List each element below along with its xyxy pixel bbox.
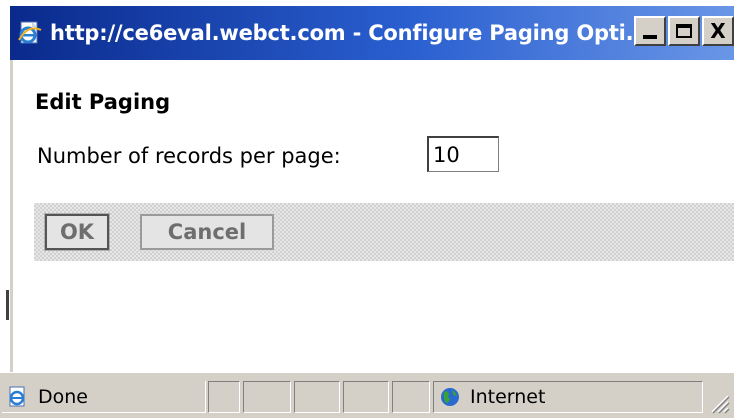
resize-grip-icon[interactable] (708, 392, 730, 414)
status-bar: Done Internet (0, 372, 734, 418)
zone-cell[interactable]: Internet (433, 381, 703, 413)
dialog-content: Edit Paging Number of records per page: … (13, 60, 734, 372)
records-per-page-label: Number of records per page: (37, 144, 341, 168)
zone-text: Internet (470, 386, 546, 408)
ok-button[interactable]: OK (44, 213, 110, 251)
maximize-icon (676, 24, 692, 38)
ie-page-icon (16, 19, 44, 47)
close-icon: X (710, 19, 726, 43)
page-title: Edit Paging (35, 90, 171, 114)
popup-window: http://ce6eval.webct.com - Configure Pag… (0, 0, 734, 418)
status-text-cell: Done (2, 381, 206, 413)
records-per-page-input[interactable] (427, 136, 499, 172)
title-bar[interactable]: http://ce6eval.webct.com - Configure Pag… (10, 6, 734, 60)
status-text: Done (38, 385, 88, 408)
window-title: http://ce6eval.webct.com - Configure Pag… (50, 21, 650, 45)
status-pane-3 (294, 381, 340, 413)
button-bar: OK Cancel (34, 203, 734, 261)
maximize-button[interactable] (668, 16, 700, 46)
background-window-edge (6, 290, 9, 320)
minimize-icon (643, 35, 657, 39)
window-controls: X (632, 16, 734, 46)
status-pane-4 (343, 381, 389, 413)
status-pane-5 (392, 381, 430, 413)
status-pane-2 (243, 381, 291, 413)
cancel-button[interactable]: Cancel (140, 214, 274, 250)
ie-page-icon (6, 385, 30, 409)
status-pane-1 (208, 381, 240, 413)
minimize-button[interactable] (634, 16, 666, 46)
close-button[interactable]: X (702, 16, 734, 46)
globe-icon (438, 385, 462, 409)
